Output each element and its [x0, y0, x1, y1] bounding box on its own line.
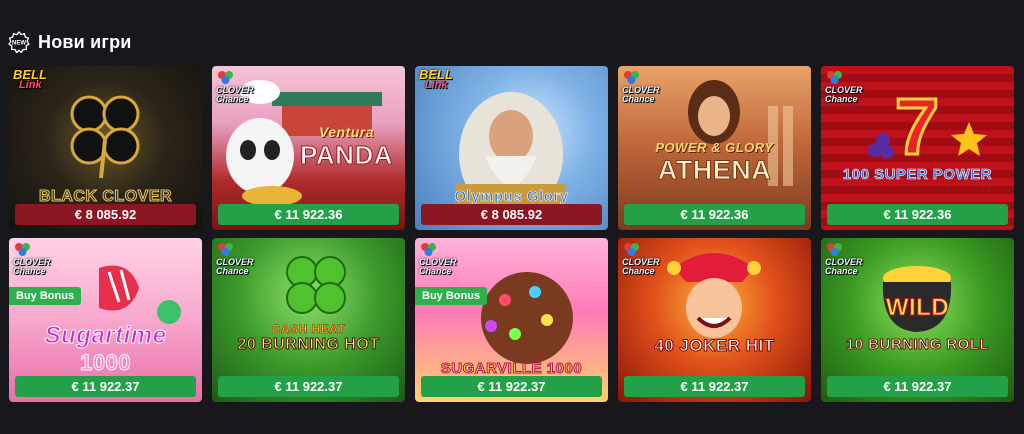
jackpot-amount: € 11 922.36	[624, 204, 805, 225]
jackpot-amount: € 8 085.92	[15, 204, 196, 225]
clover-chance-icon	[218, 243, 233, 256]
game-tile-20-burning-hot[interactable]: CLOVER Chance CASH HEAT 20 BURNING HOT €…	[212, 238, 405, 402]
provider-logo: CLOVER Chance	[622, 70, 660, 104]
game-title: SUGARVILLE 1000	[440, 360, 583, 378]
game-tile-sugartime-1000[interactable]: CLOVER Chance Buy Bonus Sugartime 1000 €…	[9, 238, 202, 402]
games-grid: BELL Link BLACK CLOVER € 8 085.92 CLOVER…	[9, 66, 1014, 402]
provider-logo: CLOVER Chance	[216, 242, 254, 276]
section-title: Нови игри	[38, 31, 132, 52]
game-title: 100 SUPER POWER	[842, 166, 993, 184]
provider-logo: CLOVER Chance	[622, 242, 660, 276]
provider-logo: BELL Link	[13, 67, 47, 91]
game-tile-black-clover[interactable]: BELL Link BLACK CLOVER € 8 085.92	[9, 66, 202, 230]
buy-bonus-badge: Buy Bonus	[415, 287, 488, 305]
new-badge-icon: NEW	[8, 31, 30, 53]
clover-chance-icon	[624, 243, 639, 256]
jackpot-amount: € 11 922.37	[827, 376, 1008, 397]
jackpot-amount: € 8 085.92	[421, 204, 602, 225]
provider-logo: CLOVER Chance	[216, 70, 254, 104]
jackpot-amount: € 11 922.37	[15, 376, 196, 397]
game-title: CASH HEAT 20 BURNING HOT	[237, 322, 380, 354]
game-tile-10-burning-roll[interactable]: CLOVER Chance WILD 10 BURNING ROLL € 11 …	[821, 238, 1014, 402]
jackpot-amount: € 11 922.37	[421, 376, 602, 397]
clover-chance-icon	[827, 243, 842, 256]
game-tile-olympus-glory[interactable]: BELL Link Olympus Glory € 8 085.92	[415, 66, 608, 230]
game-title: Ventura PANDA	[299, 124, 394, 171]
game-tile-40-joker-hit[interactable]: CLOVER Chance 40 JOKER HIT € 11 922.37	[618, 238, 811, 402]
game-tile-sugarville-1000[interactable]: CLOVER Chance Buy Bonus SUGARVILLE 1000 …	[415, 238, 608, 402]
clover-chance-icon	[421, 243, 436, 256]
game-title: WILD 10 BURNING ROLL	[845, 294, 990, 354]
game-tile-100-super-power[interactable]: 7 CLOVER Chance 100 SUPER POWER € 11 922…	[821, 66, 1014, 230]
game-title: POWER & GLORY ATHENA	[655, 140, 774, 186]
clover-chance-icon	[218, 71, 233, 84]
game-tile-athena[interactable]: CLOVER Chance POWER & GLORY ATHENA € 11 …	[618, 66, 811, 230]
jackpot-amount: € 11 922.36	[218, 204, 399, 225]
buy-bonus-badge: Buy Bonus	[9, 287, 82, 305]
clover-chance-icon	[624, 71, 639, 84]
game-tile-ventura-panda[interactable]: CLOVER Chance Ventura PANDA € 11 922.36	[212, 66, 405, 230]
game-title: 40 JOKER HIT	[654, 336, 775, 356]
clover-chance-icon	[15, 243, 30, 256]
provider-logo: CLOVER Chance	[419, 242, 457, 276]
clover-chance-icon	[827, 71, 842, 84]
svg-text:7: 7	[895, 82, 940, 171]
provider-logo: CLOVER Chance	[825, 242, 863, 276]
jackpot-amount: € 11 922.37	[218, 376, 399, 397]
provider-logo: BELL Link	[419, 67, 453, 91]
game-title: Olympus Glory	[454, 188, 569, 206]
provider-logo: CLOVER Chance	[825, 70, 863, 104]
jackpot-amount: € 11 922.36	[827, 204, 1008, 225]
game-title: Sugartime 1000	[44, 322, 167, 376]
provider-logo: CLOVER Chance	[13, 242, 51, 276]
svg-text:NEW: NEW	[12, 41, 26, 47]
jackpot-amount: € 11 922.37	[624, 376, 805, 397]
section-header: NEW Нови игри	[8, 30, 132, 54]
